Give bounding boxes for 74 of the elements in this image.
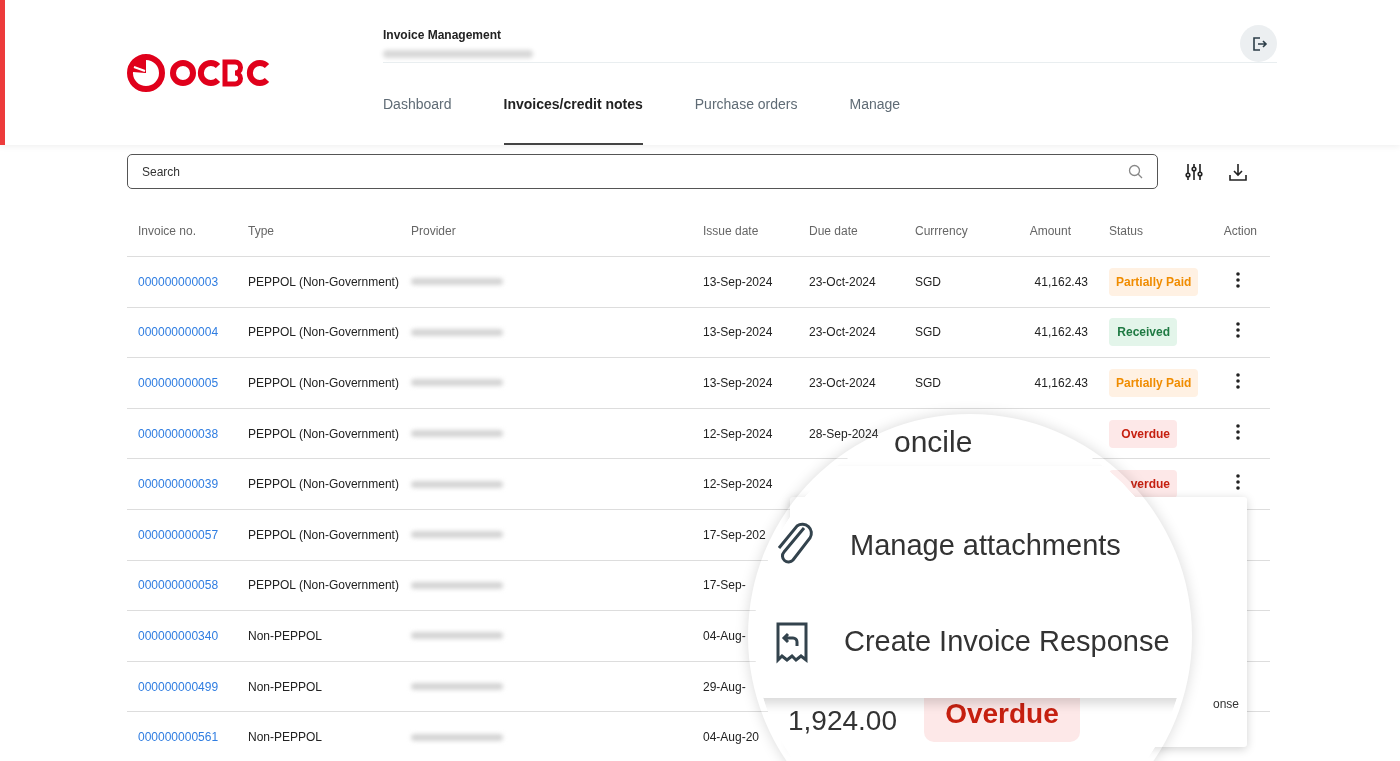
invoice-link[interactable]: 000000000039 <box>138 477 219 492</box>
nav-tab[interactable]: Invoices/credit notes <box>503 63 643 145</box>
date-text: 17-Sep-202 <box>703 527 766 542</box>
magnified-amount: 1,924.00 <box>788 704 897 738</box>
currency-text: SGD <box>915 376 941 390</box>
type-text: PEPPOL (Non-Government) <box>248 527 399 542</box>
column-header: Currrency <box>915 223 968 238</box>
column-header: Issue date <box>703 223 759 238</box>
search-icon <box>1128 164 1143 179</box>
column-header: Type <box>248 223 274 238</box>
date-text: 28-Sep-2024 <box>809 426 879 441</box>
column-header: Action <box>1223 223 1257 238</box>
amount-text: 41,162.43 <box>1034 376 1088 390</box>
invoice-link[interactable]: 000000000499 <box>138 679 219 694</box>
column-header: Provider <box>411 223 456 238</box>
date-text: 04-Aug- <box>703 628 746 643</box>
date-text: 13-Sep-2024 <box>703 376 773 390</box>
receipt-icon <box>774 620 810 664</box>
amount-text: 41,162.43 <box>1034 274 1088 289</box>
app-title: Invoice Management <box>383 27 503 44</box>
more-button[interactable] <box>1236 322 1240 339</box>
type-text: PEPPOL (Non-Government) <box>248 325 399 340</box>
column-header: Invoice no. <box>138 223 197 238</box>
more-button[interactable] <box>1236 373 1240 389</box>
date-text: 23-Oct-2024 <box>809 325 876 340</box>
date-text: 17-Sep- <box>703 578 746 593</box>
logo-icon <box>127 52 271 93</box>
column-header: Status <box>1109 223 1144 238</box>
type-text: PEPPOL (Non-Government) <box>248 274 399 289</box>
magnified-menu-item[interactable]: Create Invoice Response <box>844 620 1170 664</box>
column-header: Due date <box>809 223 858 238</box>
amount-text: 41,162.43 <box>1034 325 1088 340</box>
logout-button[interactable] <box>1240 25 1277 62</box>
type-text: PEPPOL (Non-Government) <box>248 426 399 441</box>
type-text: PEPPOL (Non-Government) <box>248 376 399 390</box>
nav-tab[interactable]: Purchase orders <box>694 63 798 145</box>
invoice-link[interactable]: 000000000005 <box>138 376 219 390</box>
nav-tab[interactable]: Dashboard <box>383 63 452 145</box>
status-badge: Partially Paid <box>1109 267 1199 296</box>
currency-text: SGD <box>915 325 941 340</box>
type-text: PEPPOL (Non-Government) <box>248 578 399 593</box>
invoice-link[interactable]: 000000000561 <box>138 730 219 745</box>
invoice-link[interactable]: 000000000004 <box>138 325 219 340</box>
date-text: 13-Sep-2024 <box>703 325 773 340</box>
magnified-menu-item[interactable]: Manage attachments <box>850 524 1121 568</box>
invoice-link[interactable]: 000000000340 <box>138 628 219 643</box>
type-text: Non-PEPPOL <box>248 628 323 643</box>
invoice-link[interactable]: 000000000003 <box>138 274 219 289</box>
magnified-text: oncile <box>894 424 973 460</box>
invoice-link[interactable]: 000000000057 <box>138 527 219 542</box>
search-input[interactable]: Search <box>142 162 1128 181</box>
menu-item[interactable]: onse <box>1212 695 1239 713</box>
date-text: 12-Sep-2024 <box>703 426 773 441</box>
invoice-link[interactable]: 000000000038 <box>138 426 219 441</box>
date-text: 23-Oct-2024 <box>809 274 876 289</box>
more-button[interactable] <box>1236 271 1240 288</box>
more-button[interactable] <box>1236 474 1240 491</box>
date-text: 12-Sep-2024 <box>703 477 773 492</box>
date-text: 29-Aug- <box>703 679 746 694</box>
type-text: Non-PEPPOL <box>248 679 323 694</box>
nav-tab[interactable]: Manage <box>849 63 901 145</box>
date-text: 13-Sep-2024 <box>703 274 773 289</box>
date-text: 23-Oct-2024 <box>809 376 876 390</box>
type-text: PEPPOL (Non-Government) <box>248 477 399 492</box>
more-button[interactable] <box>1236 423 1240 440</box>
column-header: Amount <box>1029 223 1071 238</box>
search-field[interactable]: Search <box>127 154 1158 189</box>
date-text: 04-Aug-20 <box>703 730 760 745</box>
status-badge: Overdue <box>1109 419 1177 448</box>
status-badge: Received <box>1109 318 1177 347</box>
type-text: Non-PEPPOL <box>248 730 323 745</box>
status-badge: Partially Paid <box>1109 369 1199 397</box>
currency-text: SGD <box>915 274 941 289</box>
invoice-link[interactable]: 000000000058 <box>138 578 219 593</box>
